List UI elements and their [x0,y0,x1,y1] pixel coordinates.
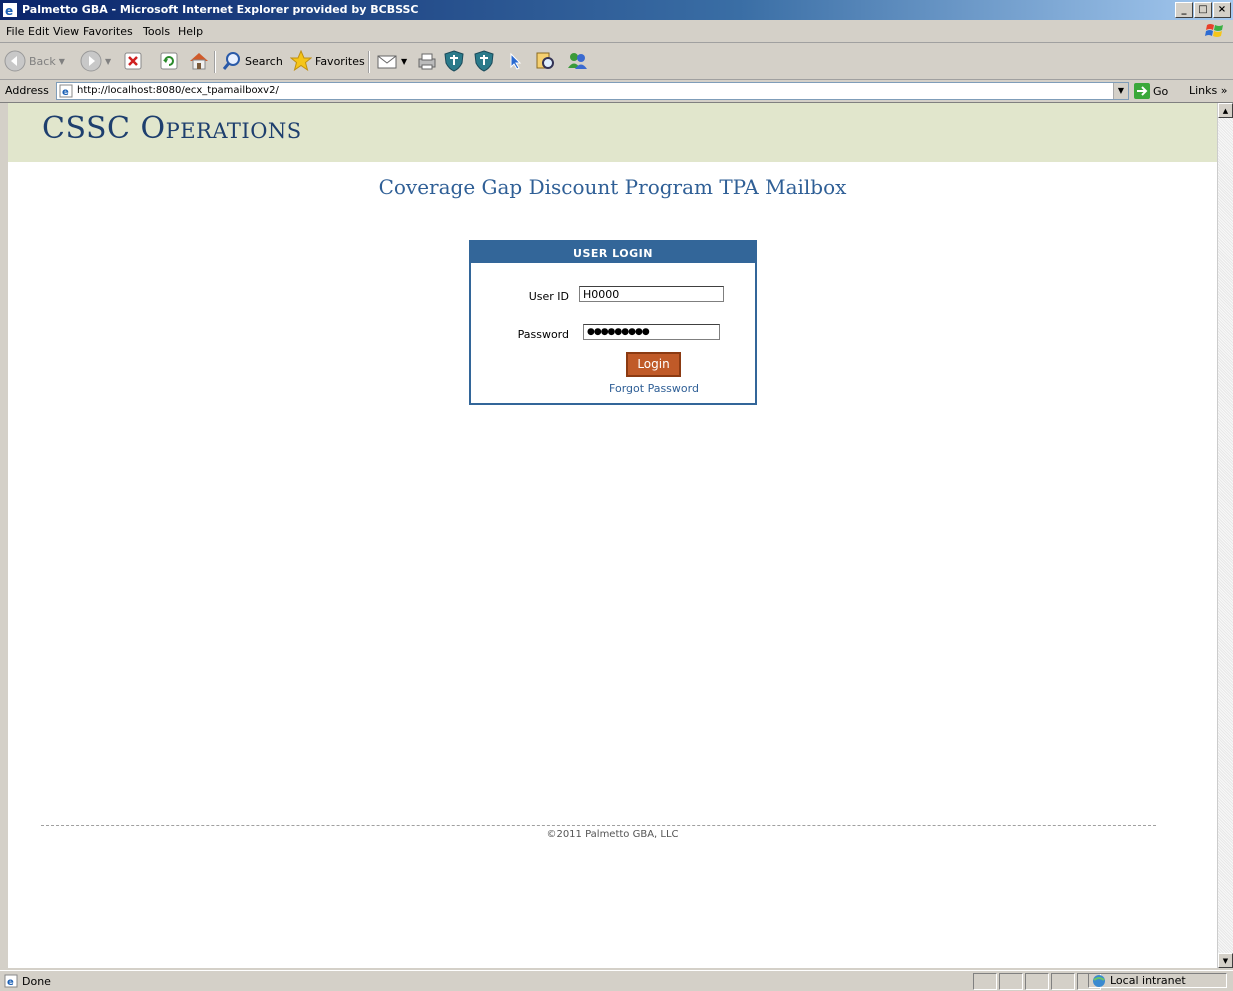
toolbar: Back ▼ ▼ Search Favorites ▼ [0,43,1233,80]
address-bar: Address e http://localhost:8080/ecx_tpam… [0,80,1233,103]
scroll-up-icon[interactable]: ▲ [1218,103,1233,118]
toolbar-separator [368,51,370,73]
menu-edit[interactable]: Edit [28,25,49,38]
shield-icon [474,50,494,72]
close-button[interactable]: × [1213,2,1231,18]
favorites-button[interactable]: Favorites [290,49,365,73]
mail-button[interactable]: ▼ [376,49,407,73]
home-button[interactable] [188,49,210,73]
window-controls: _ □ × [1175,2,1231,18]
toolbar-separator [214,51,216,73]
go-arrow-icon [1134,83,1150,99]
search-icon [222,52,240,70]
cursor-button[interactable] [508,49,524,73]
messenger-button[interactable] [566,49,588,73]
search-label: Search [245,54,283,68]
svg-text:e: e [7,977,14,988]
forgot-password-link[interactable]: Forgot Password [471,382,755,395]
footer-copyright: ©2011 Palmetto GBA, LLC [546,829,679,840]
menu-view[interactable]: View [53,25,79,38]
page-icon: e [59,84,73,98]
status-bar: e Done Local intranet [0,970,1233,991]
menu-help[interactable]: Help [178,25,203,38]
cursor-icon [510,52,522,70]
login-header: USER LOGIN [471,242,755,263]
shield-button-2[interactable] [474,49,494,73]
messenger-icon [568,53,587,69]
site-logo-title: CSSC Operations [42,111,302,146]
windows-logo-icon [1205,24,1223,37]
forward-button[interactable]: ▼ [80,49,111,73]
menu-bar: File Edit View Favorites Tools Help [0,20,1233,43]
links-label: Links [1189,84,1218,97]
address-input[interactable]: e http://localhost:8080/ecx_tpamailboxv2… [56,82,1129,100]
security-zone[interactable]: Local intranet [1088,973,1227,988]
menu-favorites[interactable]: Favorites [83,25,133,38]
home-icon [190,53,208,70]
search-button[interactable]: Search [222,49,283,73]
status-text: Done [22,974,51,988]
address-label: Address [5,84,49,97]
status-pane [1051,973,1075,990]
mail-dropdown-icon[interactable]: ▼ [401,57,407,66]
window-title: Palmetto GBA - Microsoft Internet Explor… [22,3,419,16]
ie-icon: e [3,3,17,17]
page-done-icon: e [4,974,18,988]
refresh-button[interactable] [160,49,178,73]
address-url: http://localhost:8080/ecx_tpamailboxv2/ [77,85,279,96]
stop-button[interactable] [124,49,142,73]
favorites-label: Favorites [315,54,365,68]
site-banner: CSSC Operations [8,103,1217,162]
status-pane [999,973,1023,990]
research-button[interactable] [534,49,556,73]
user-id-label: User ID [528,290,569,303]
login-button[interactable]: Login [626,352,681,377]
stop-icon [124,52,142,70]
login-panel: USER LOGIN User ID Password ●●●●●●●●● Lo… [469,240,757,405]
status-pane [973,973,997,990]
maximize-button[interactable]: □ [1194,2,1212,18]
forward-arrow-icon [80,50,102,72]
page-viewport: CSSC Operations Coverage Gap Discount Pr… [8,103,1217,968]
back-label: Back [29,54,56,68]
go-button[interactable]: Go [1134,83,1168,99]
go-label: Go [1153,84,1169,98]
status-left: e Done [4,974,51,988]
links-button[interactable]: Links » [1189,84,1228,97]
shield-icon [444,50,464,72]
window-title-bar[interactable]: e Palmetto GBA - Microsoft Internet Expl… [0,0,1233,20]
back-button[interactable]: Back ▼ [4,49,65,73]
svg-text:e: e [62,87,69,98]
status-pane [1025,973,1049,990]
minimize-button[interactable]: _ [1175,2,1193,18]
forward-dropdown-icon[interactable]: ▼ [105,57,111,66]
password-field[interactable]: ●●●●●●●●● [583,324,720,340]
password-label: Password [517,328,569,341]
status-panes [973,973,1103,990]
svg-text:e: e [5,4,13,17]
back-dropdown-icon[interactable]: ▼ [59,57,65,66]
print-button[interactable] [416,49,438,73]
print-icon [418,53,436,70]
back-arrow-icon [4,50,26,72]
user-id-field[interactable] [579,286,724,302]
menu-file[interactable]: File [6,25,24,38]
intranet-icon [1093,974,1105,987]
favorites-star-icon [290,50,312,72]
footer-divider [41,825,1156,826]
shield-button[interactable] [444,49,464,73]
security-zone-label: Local intranet [1110,974,1186,987]
vertical-scrollbar[interactable]: ▲ ▼ [1217,103,1233,968]
menu-tools[interactable]: Tools [143,25,170,38]
scroll-down-icon[interactable]: ▼ [1218,953,1233,968]
page-title: Coverage Gap Discount Program TPA Mailbo… [378,175,847,199]
address-dropdown-icon[interactable]: ▼ [1113,83,1128,99]
mail-icon [377,55,397,69]
refresh-icon [160,52,178,70]
research-icon [536,52,554,69]
